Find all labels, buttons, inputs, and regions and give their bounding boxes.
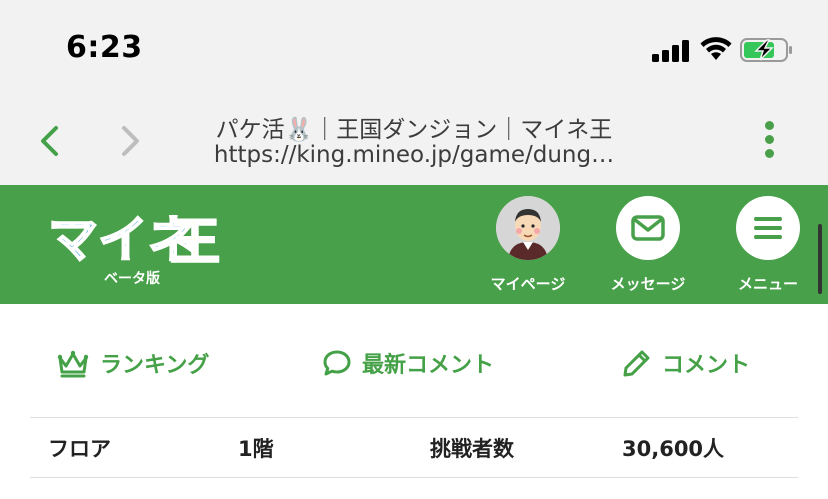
mypage-button[interactable] <box>496 196 560 260</box>
latest-comments-link[interactable]: 最新コメント <box>322 346 494 380</box>
hamburger-icon <box>754 217 782 239</box>
more-dot-icon <box>765 121 774 130</box>
svg-text:王: 王 <box>170 213 220 269</box>
comment-link[interactable]: コメント <box>622 346 750 380</box>
status-time: 6:23 <box>66 30 143 65</box>
speech-bubble-icon <box>323 350 351 376</box>
forward-chevron-icon[interactable] <box>116 124 144 158</box>
menu-button[interactable] <box>736 196 800 260</box>
floor-value: 1階 <box>238 437 274 461</box>
ranking-link[interactable]: ランキング <box>56 346 209 380</box>
divider-bottom <box>30 477 798 478</box>
more-dot-icon <box>765 149 774 158</box>
challengers-value: 30,600人 <box>622 437 725 461</box>
more-options-button[interactable] <box>756 118 784 162</box>
page-title: パケ活🐰｜王国ダンジョン｜マイネ王 <box>215 117 613 143</box>
message-button[interactable] <box>616 196 680 260</box>
site-logo[interactable]: マイネ 王 <box>46 205 222 269</box>
ranking-label: ランキング <box>100 353 210 378</box>
page-scrollbar[interactable] <box>818 224 822 294</box>
challengers-label: 挑戦者数 <box>430 437 514 461</box>
message-label: メッセージ <box>610 275 686 293</box>
cellular-signal-icon <box>652 40 692 62</box>
crown-icon <box>57 350 89 378</box>
latest-comments-label: 最新コメント <box>362 353 495 378</box>
battery-charging-icon <box>740 38 792 62</box>
back-chevron-icon[interactable] <box>36 124 64 158</box>
pencil-icon <box>623 350 650 377</box>
divider-top <box>30 417 798 418</box>
comment-label: コメント <box>662 353 751 378</box>
beta-label: ベータ版 <box>104 271 160 287</box>
more-dot-icon <box>765 135 774 144</box>
mypage-label: マイページ <box>490 275 566 293</box>
floor-label: フロア <box>48 437 111 461</box>
page-url[interactable]: https://king.mineo.jp/game/dung… <box>170 142 658 168</box>
wifi-icon <box>700 37 732 60</box>
avatar-icon <box>496 196 560 260</box>
menu-label: メニュー <box>737 275 798 293</box>
mail-icon <box>631 215 665 241</box>
